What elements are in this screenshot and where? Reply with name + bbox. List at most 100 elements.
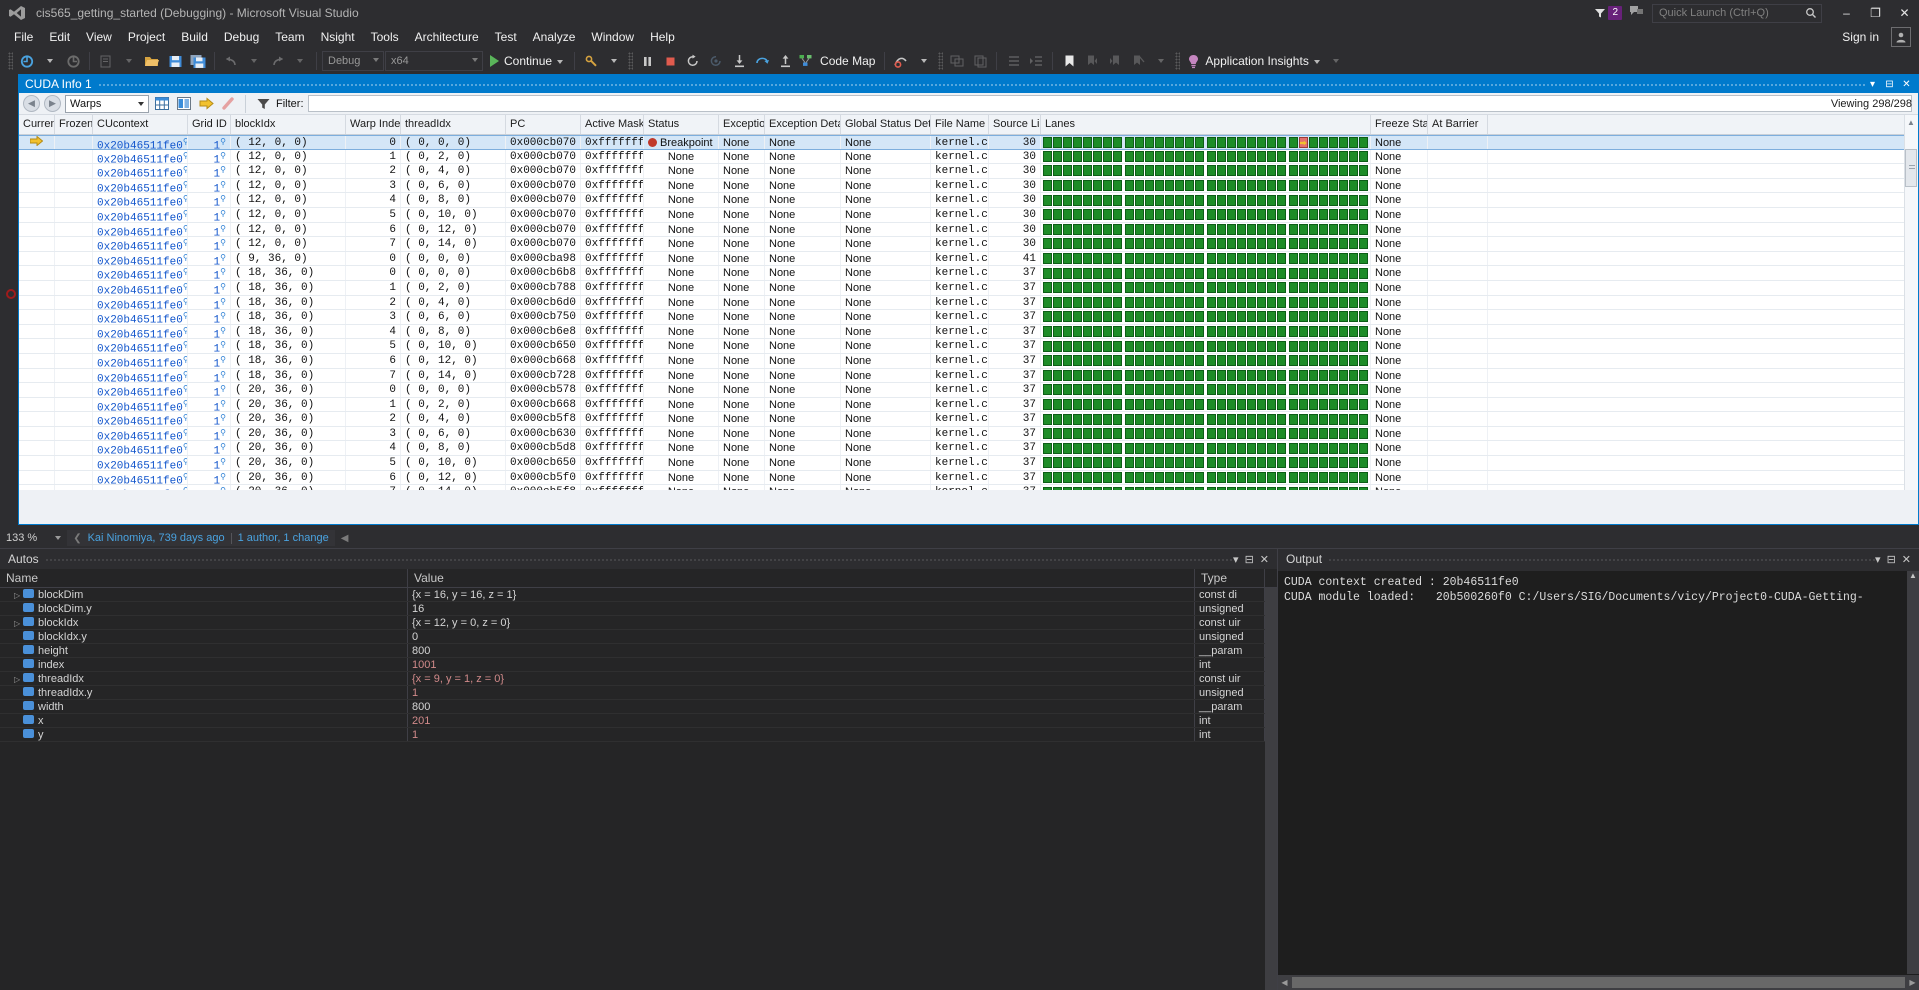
lane-active[interactable] [1237, 150, 1246, 162]
lane-active[interactable] [1093, 223, 1102, 235]
lane-active[interactable] [1299, 384, 1308, 396]
lane-active[interactable] [1257, 253, 1266, 265]
lane-active[interactable] [1309, 253, 1318, 265]
lane-active[interactable] [1339, 282, 1348, 294]
filter-input[interactable] [307, 95, 1912, 112]
lane-active[interactable] [1319, 326, 1328, 338]
lane-active[interactable] [1103, 238, 1112, 250]
lane-active[interactable] [1053, 369, 1062, 381]
lane-active[interactable] [1319, 428, 1328, 440]
lane-active[interactable] [1155, 369, 1164, 381]
lane-active[interactable] [1135, 398, 1144, 410]
lane-active[interactable] [1145, 267, 1154, 279]
lane-active[interactable] [1247, 136, 1256, 148]
table-row[interactable]: 0x20b46511fe0⚲1⚲( 12, 0, 0)6( 0, 12, 0)0… [19, 222, 1918, 238]
autos-value-cell[interactable]: 1 [408, 728, 1195, 741]
lane-active[interactable] [1207, 340, 1216, 352]
lane-active[interactable] [1237, 296, 1246, 308]
lane-active[interactable] [1299, 180, 1308, 192]
lane-active[interactable] [1083, 355, 1092, 367]
lane-active[interactable] [1113, 442, 1122, 454]
output-horizontal-scrollbar[interactable]: ◀ ▶ [1278, 975, 1919, 990]
lane-active[interactable] [1289, 457, 1298, 469]
lane-active[interactable] [1083, 413, 1092, 425]
autos-value-cell[interactable]: 800 [408, 700, 1195, 713]
lane-active[interactable] [1319, 486, 1328, 490]
output-text-area[interactable]: CUDA context created : 20b46511fe0 CUDA … [1278, 571, 1919, 974]
lane-active[interactable] [1073, 180, 1082, 192]
lane-active[interactable] [1125, 282, 1134, 294]
lane-active[interactable] [1195, 457, 1204, 469]
lane-active[interactable] [1267, 209, 1276, 221]
lane-active[interactable] [1165, 165, 1174, 177]
lane-active[interactable] [1349, 413, 1358, 425]
lane-active[interactable] [1257, 194, 1266, 206]
lane-active[interactable] [1125, 296, 1134, 308]
lane-active[interactable] [1073, 150, 1082, 162]
lane-active[interactable] [1155, 180, 1164, 192]
lane-active[interactable] [1319, 398, 1328, 410]
lane-active[interactable] [1063, 413, 1072, 425]
lane-active[interactable] [1195, 428, 1204, 440]
lane-active[interactable] [1063, 296, 1072, 308]
lane-active[interactable] [1277, 471, 1286, 483]
lane-active[interactable] [1093, 165, 1102, 177]
lane-active[interactable] [1165, 223, 1174, 235]
lane-active[interactable] [1135, 486, 1144, 490]
lane-active[interactable] [1103, 340, 1112, 352]
lane-active[interactable] [1227, 267, 1236, 279]
lane-active[interactable] [1063, 355, 1072, 367]
lane-active[interactable] [1103, 209, 1112, 221]
lane-active[interactable] [1053, 136, 1062, 148]
lane-active[interactable] [1175, 296, 1184, 308]
lane-active[interactable] [1217, 471, 1226, 483]
lane-active[interactable] [1227, 311, 1236, 323]
lane-active[interactable] [1165, 442, 1174, 454]
lane-active[interactable] [1339, 253, 1348, 265]
minimize-button[interactable]: – [1832, 0, 1861, 26]
lane-active[interactable] [1053, 326, 1062, 338]
lane-active[interactable] [1185, 296, 1194, 308]
lane-active[interactable] [1145, 282, 1154, 294]
show-grid-icon[interactable] [153, 95, 171, 113]
grid-column-header[interactable]: Source Line [989, 115, 1041, 134]
lane-active[interactable] [1207, 457, 1216, 469]
lane-active[interactable] [1145, 238, 1154, 250]
grid-column-header[interactable]: File Name [931, 115, 989, 134]
lane-active[interactable] [1165, 194, 1174, 206]
redo-icon[interactable] [266, 50, 288, 72]
lane-active[interactable] [1195, 223, 1204, 235]
lane-active[interactable] [1277, 428, 1286, 440]
lane-active[interactable] [1289, 384, 1298, 396]
lane-active[interactable] [1257, 296, 1266, 308]
solution-configuration-select[interactable]: Debug [322, 51, 384, 71]
lane-active[interactable] [1359, 165, 1368, 177]
lane-active[interactable] [1083, 311, 1092, 323]
grid-column-header[interactable]: Global Status Details [841, 115, 931, 134]
lane-active[interactable] [1359, 267, 1368, 279]
lane-active[interactable] [1145, 486, 1154, 490]
table-row[interactable]: 0x20b46511fe0⚲1⚲( 18, 36, 0)2( 0, 4, 0)0… [19, 295, 1918, 311]
lane-active[interactable] [1093, 136, 1102, 148]
lane-active[interactable] [1113, 384, 1122, 396]
lane-active[interactable] [1289, 296, 1298, 308]
lane-active[interactable] [1073, 428, 1082, 440]
lane-active[interactable] [1359, 238, 1368, 250]
lane-active[interactable] [1207, 296, 1216, 308]
lane-active[interactable] [1165, 253, 1174, 265]
lane-active[interactable] [1073, 223, 1082, 235]
lane-active[interactable] [1309, 355, 1318, 367]
menu-file[interactable]: File [6, 28, 41, 46]
save-all-icon[interactable] [187, 50, 209, 72]
lane-active[interactable] [1319, 282, 1328, 294]
lane-active[interactable] [1053, 194, 1062, 206]
lane-active[interactable] [1267, 486, 1276, 490]
lane-active[interactable] [1083, 398, 1092, 410]
lane-active[interactable] [1113, 209, 1122, 221]
toolbar-overflow-button[interactable] [1325, 50, 1347, 72]
lane-active[interactable] [1309, 296, 1318, 308]
lane-active[interactable] [1207, 136, 1216, 148]
lane-active[interactable] [1207, 253, 1216, 265]
lane-active[interactable] [1195, 150, 1204, 162]
lane-active[interactable] [1103, 165, 1112, 177]
